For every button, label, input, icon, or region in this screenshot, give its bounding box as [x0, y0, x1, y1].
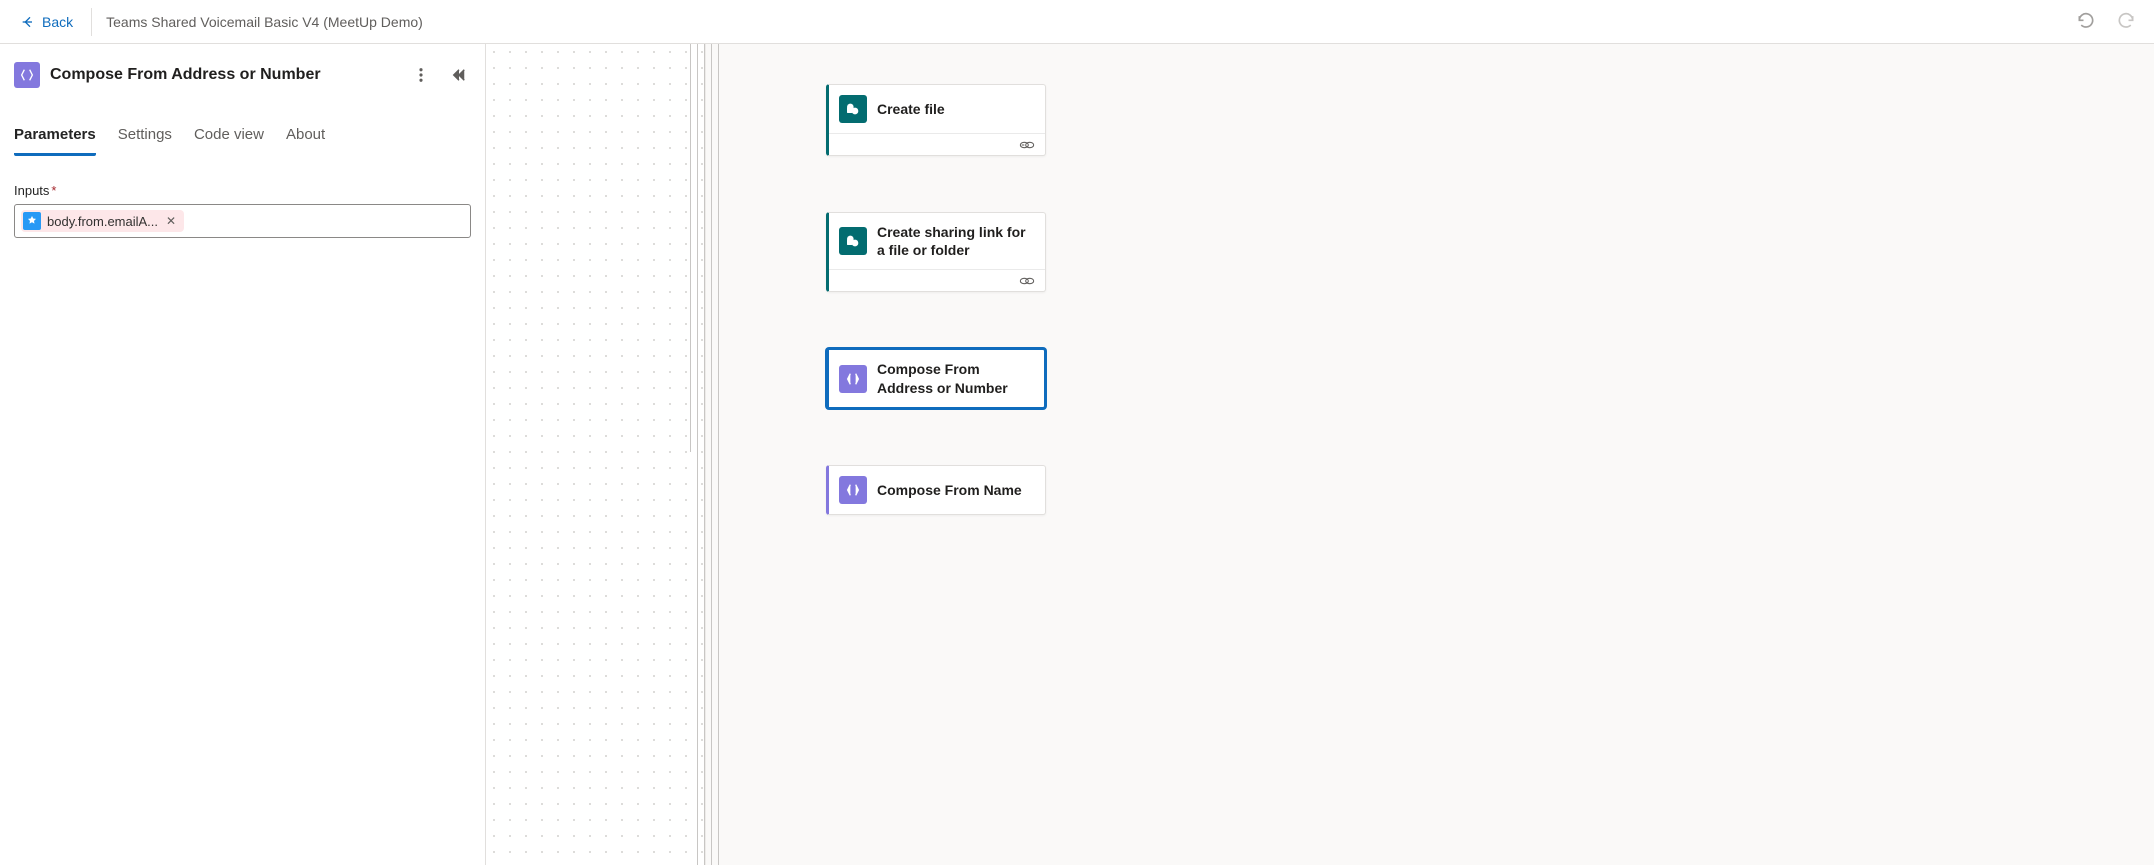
card-title: Compose From Name	[877, 481, 1022, 499]
card-title: Create sharing link for a file or folder	[877, 223, 1033, 259]
main-area: Compose From Address or Number Parameter…	[0, 44, 2154, 865]
card-compose-from-address[interactable]: Compose From Address or Number	[826, 348, 1046, 408]
dynamic-content-icon	[23, 212, 41, 230]
token-body-from-email[interactable]: body.from.emailA... ✕	[21, 210, 184, 232]
panel-tabs: Parameters Settings Code view About	[14, 126, 471, 157]
panel-title: Compose From Address or Number	[50, 66, 321, 84]
tab-settings[interactable]: Settings	[118, 126, 172, 156]
arrow-left-icon	[20, 14, 36, 30]
chevron-double-left-icon	[450, 66, 468, 84]
undo-icon	[2076, 12, 2096, 32]
canvas-dot-background	[486, 44, 706, 865]
card-title: Compose From Address or Number	[877, 360, 1032, 396]
card-footer	[829, 133, 1045, 155]
card-compose-from-name[interactable]: Compose From Name	[826, 465, 1046, 515]
card-title: Create file	[877, 100, 945, 118]
link-icon	[1019, 276, 1035, 286]
compose-icon	[839, 365, 867, 393]
inputs-label: Inputs*	[14, 183, 471, 198]
flow-cards: Create file Create sharing link for a fi…	[826, 84, 1046, 515]
card-footer	[829, 269, 1045, 291]
tab-parameters[interactable]: Parameters	[14, 126, 96, 156]
inputs-field[interactable]: body.from.emailA... ✕	[14, 204, 471, 238]
scope-bars	[690, 44, 719, 865]
divider	[91, 8, 92, 36]
back-button[interactable]: Back	[12, 10, 81, 34]
top-bar: Back Teams Shared Voicemail Basic V4 (Me…	[0, 0, 2154, 44]
topbar-actions	[2070, 6, 2142, 38]
card-create-file[interactable]: Create file	[826, 84, 1046, 156]
compose-icon	[14, 62, 40, 88]
collapse-button[interactable]	[447, 63, 471, 87]
redo-icon	[2116, 12, 2136, 32]
panel-header-actions	[409, 63, 471, 87]
tab-about[interactable]: About	[286, 126, 325, 156]
tab-code-view[interactable]: Code view	[194, 126, 264, 156]
back-label: Back	[42, 14, 73, 30]
redo-button[interactable]	[2110, 6, 2142, 38]
more-vertical-icon	[412, 66, 430, 84]
token-text: body.from.emailA...	[47, 214, 158, 229]
sharepoint-icon	[839, 227, 867, 255]
undo-button[interactable]	[2070, 6, 2102, 38]
config-panel: Compose From Address or Number Parameter…	[0, 44, 486, 865]
link-icon	[1019, 140, 1035, 150]
flow-title: Teams Shared Voicemail Basic V4 (MeetUp …	[106, 14, 423, 30]
panel-header: Compose From Address or Number	[14, 62, 471, 88]
compose-icon	[839, 476, 867, 504]
card-create-sharing-link[interactable]: Create sharing link for a file or folder	[826, 212, 1046, 292]
designer-canvas[interactable]: Create file Create sharing link for a fi…	[486, 44, 2154, 865]
token-remove-button[interactable]: ✕	[164, 214, 178, 228]
sharepoint-icon	[839, 95, 867, 123]
more-button[interactable]	[409, 63, 433, 87]
